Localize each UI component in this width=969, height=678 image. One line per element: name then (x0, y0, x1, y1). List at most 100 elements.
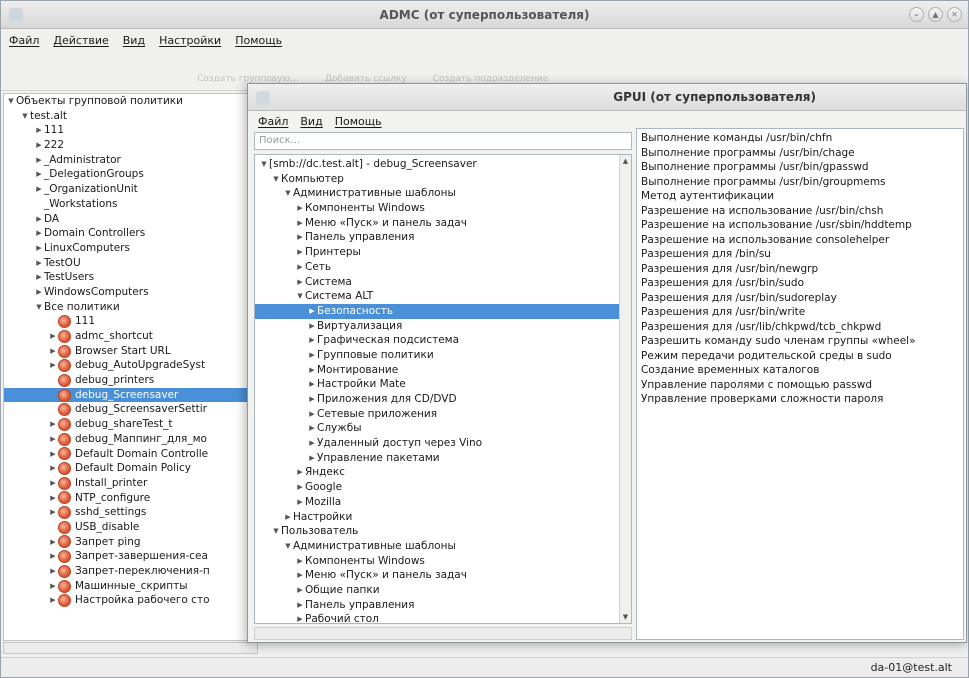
tree-item[interactable]: ▶ Настройки Mate (255, 377, 619, 392)
tree-item[interactable]: ▼ [smb://dc.test.alt] - debug_Screensaver (255, 157, 619, 172)
tree-item[interactable]: ▶ Mozilla (255, 495, 619, 510)
collapse-arrow-icon[interactable]: ▶ (48, 461, 58, 476)
tree-item[interactable]: ▶ Рабочий стол (255, 612, 619, 623)
policy-item[interactable]: Разрешение на использование /usr/sbin/hd… (641, 218, 959, 233)
tree-item[interactable]: ▶ debug_shareTest_t (4, 417, 257, 432)
collapse-arrow-icon[interactable]: ▶ (34, 182, 44, 197)
collapse-arrow-icon[interactable]: ▶ (295, 598, 305, 613)
tree-item[interactable]: ▶ Сетевые приложения (255, 407, 619, 422)
collapse-arrow-icon[interactable]: ▶ (307, 392, 317, 407)
tree-item[interactable]: ▶ Панель управления (255, 598, 619, 613)
tree-item[interactable]: ▼ test.alt (4, 109, 257, 124)
collapse-arrow-icon[interactable]: ▶ (295, 216, 305, 231)
tree-item[interactable]: ▶ Машинные_скрипты (4, 579, 257, 594)
collapse-arrow-icon[interactable]: ▶ (295, 465, 305, 480)
collapse-arrow-icon[interactable]: ▶ (48, 491, 58, 506)
collapse-arrow-icon[interactable]: ▶ (34, 285, 44, 300)
collapse-arrow-icon[interactable]: ▶ (295, 554, 305, 569)
tree-item[interactable]: ▶ Запрет-переключения-п (4, 564, 257, 579)
collapse-arrow-icon[interactable]: ▶ (307, 436, 317, 451)
collapse-arrow-icon[interactable]: ▶ (48, 476, 58, 491)
admc-horizontal-scrollbar[interactable] (3, 642, 258, 654)
collapse-arrow-icon[interactable]: ▶ (307, 421, 317, 436)
collapse-arrow-icon[interactable]: ▶ (307, 319, 317, 334)
collapse-arrow-icon[interactable]: ▶ (34, 123, 44, 138)
collapse-arrow-icon[interactable]: ▶ (295, 583, 305, 598)
collapse-arrow-icon[interactable]: ▶ (295, 201, 305, 216)
gpui-tree-scrollbar[interactable]: ▲ ▼ (619, 155, 631, 623)
expand-arrow-icon[interactable]: ▼ (283, 539, 293, 554)
collapse-arrow-icon[interactable]: ▶ (295, 275, 305, 290)
tree-item[interactable]: ▶ Настройки (255, 510, 619, 525)
tree-item[interactable]: ▶ 222 (4, 138, 257, 153)
menu-action[interactable]: Действие (53, 34, 108, 47)
tree-item[interactable]: ▶ Система (255, 275, 619, 290)
collapse-arrow-icon[interactable]: ▶ (307, 348, 317, 363)
collapse-arrow-icon[interactable]: ▶ (34, 212, 44, 227)
collapse-arrow-icon[interactable]: ▶ (307, 304, 317, 319)
collapse-arrow-icon[interactable]: ▶ (295, 260, 305, 275)
tree-item[interactable]: ▶ 111 (4, 123, 257, 138)
scroll-down-icon[interactable]: ▼ (620, 611, 631, 623)
collapse-arrow-icon[interactable]: ▶ (48, 432, 58, 447)
collapse-arrow-icon[interactable]: ▶ (34, 167, 44, 182)
maximize-icon[interactable]: ▲ (928, 7, 943, 22)
collapse-arrow-icon[interactable]: ▶ (307, 377, 317, 392)
tree-item[interactable]: ▶ _OrganizationUnit (4, 182, 257, 197)
expand-arrow-icon[interactable]: ▼ (283, 186, 293, 201)
collapse-arrow-icon[interactable]: ▶ (295, 245, 305, 260)
policy-item[interactable]: Режим передачи родительской среды в sudo (641, 349, 959, 364)
tree-item[interactable]: ▶ Графическая подсистема (255, 333, 619, 348)
tree-item[interactable]: ▶ Принтеры (255, 245, 619, 260)
tree-item[interactable]: ▶ Панель управления (255, 230, 619, 245)
tree-item[interactable]: ▶ Настройка рабочего сто (4, 593, 257, 608)
policy-item[interactable]: Управление проверками сложности пароля (641, 392, 959, 407)
collapse-arrow-icon[interactable]: ▶ (34, 226, 44, 241)
tree-item[interactable]: ▶ Безопасность (255, 303, 619, 319)
admc-titlebar[interactable]: ADMC (от суперпользователя) – ▲ ✕ (1, 1, 968, 29)
tree-item[interactable]: ▶ Общие папки (255, 583, 619, 598)
expand-arrow-icon[interactable]: ▼ (6, 94, 16, 109)
scroll-up-icon[interactable]: ▲ (620, 155, 631, 167)
expand-arrow-icon[interactable]: ▼ (271, 524, 281, 539)
tree-item[interactable]: ▶ Default Domain Policy (4, 461, 257, 476)
tree-item[interactable]: ▶ Меню «Пуск» и панель задач (255, 216, 619, 231)
expand-arrow-icon[interactable]: ▼ (259, 157, 269, 172)
policy-item[interactable]: Разрешения для /usr/bin/write (641, 305, 959, 320)
tree-item[interactable]: ▶ WindowsComputers (4, 285, 257, 300)
tree-item[interactable]: ▶ TestUsers (4, 270, 257, 285)
collapse-arrow-icon[interactable]: ▶ (34, 153, 44, 168)
tree-item[interactable]: ▶ DA (4, 212, 257, 227)
tree-item[interactable]: ▼ Административные шаблоны (255, 539, 619, 554)
policy-item[interactable]: Разрешения для /usr/lib/chkpwd/tcb_chkpw… (641, 320, 959, 335)
close-icon[interactable]: ✕ (947, 7, 962, 22)
tree-item[interactable]: ▶ Сеть (255, 260, 619, 275)
collapse-arrow-icon[interactable]: ▶ (48, 417, 58, 432)
policy-item[interactable]: Выполнение программы /usr/bin/chage (641, 146, 959, 161)
tree-item[interactable]: ▶ debug_AutoUpgradeSyst (4, 358, 257, 373)
tree-item[interactable]: ▶ _Administrator (4, 153, 257, 168)
collapse-arrow-icon[interactable]: ▶ (48, 549, 58, 564)
collapse-arrow-icon[interactable]: ▶ (307, 451, 317, 466)
collapse-arrow-icon[interactable]: ▶ (307, 407, 317, 422)
expand-arrow-icon[interactable]: ▼ (271, 172, 281, 187)
collapse-arrow-icon[interactable]: ▶ (295, 495, 305, 510)
policy-item[interactable]: Разрешения для /bin/su (641, 247, 959, 262)
policy-item[interactable]: Выполнение команды /usr/bin/chfn (641, 131, 959, 146)
tree-item[interactable]: ▼ Все политики (4, 300, 257, 315)
policy-item[interactable]: Выполнение программы /usr/bin/gpasswd (641, 160, 959, 175)
collapse-arrow-icon[interactable]: ▶ (295, 612, 305, 623)
tree-item[interactable]: ▶ _DelegationGroups (4, 167, 257, 182)
expand-arrow-icon[interactable]: ▼ (34, 300, 44, 315)
collapse-arrow-icon[interactable]: ▶ (283, 510, 293, 525)
tree-item[interactable]: USB_disable (4, 520, 257, 535)
menu-settings[interactable]: Настройки (159, 34, 221, 47)
collapse-arrow-icon[interactable]: ▶ (34, 256, 44, 271)
collapse-arrow-icon[interactable]: ▶ (48, 358, 58, 373)
gpui-menu-view[interactable]: Вид (300, 115, 322, 128)
policy-item[interactable]: Разрешения для /usr/bin/newgrp (641, 262, 959, 277)
policy-item[interactable]: Разрешение на использование /usr/bin/chs… (641, 204, 959, 219)
gpui-menu-help[interactable]: Помощь (335, 115, 382, 128)
collapse-arrow-icon[interactable]: ▶ (48, 344, 58, 359)
collapse-arrow-icon[interactable]: ▶ (48, 447, 58, 462)
